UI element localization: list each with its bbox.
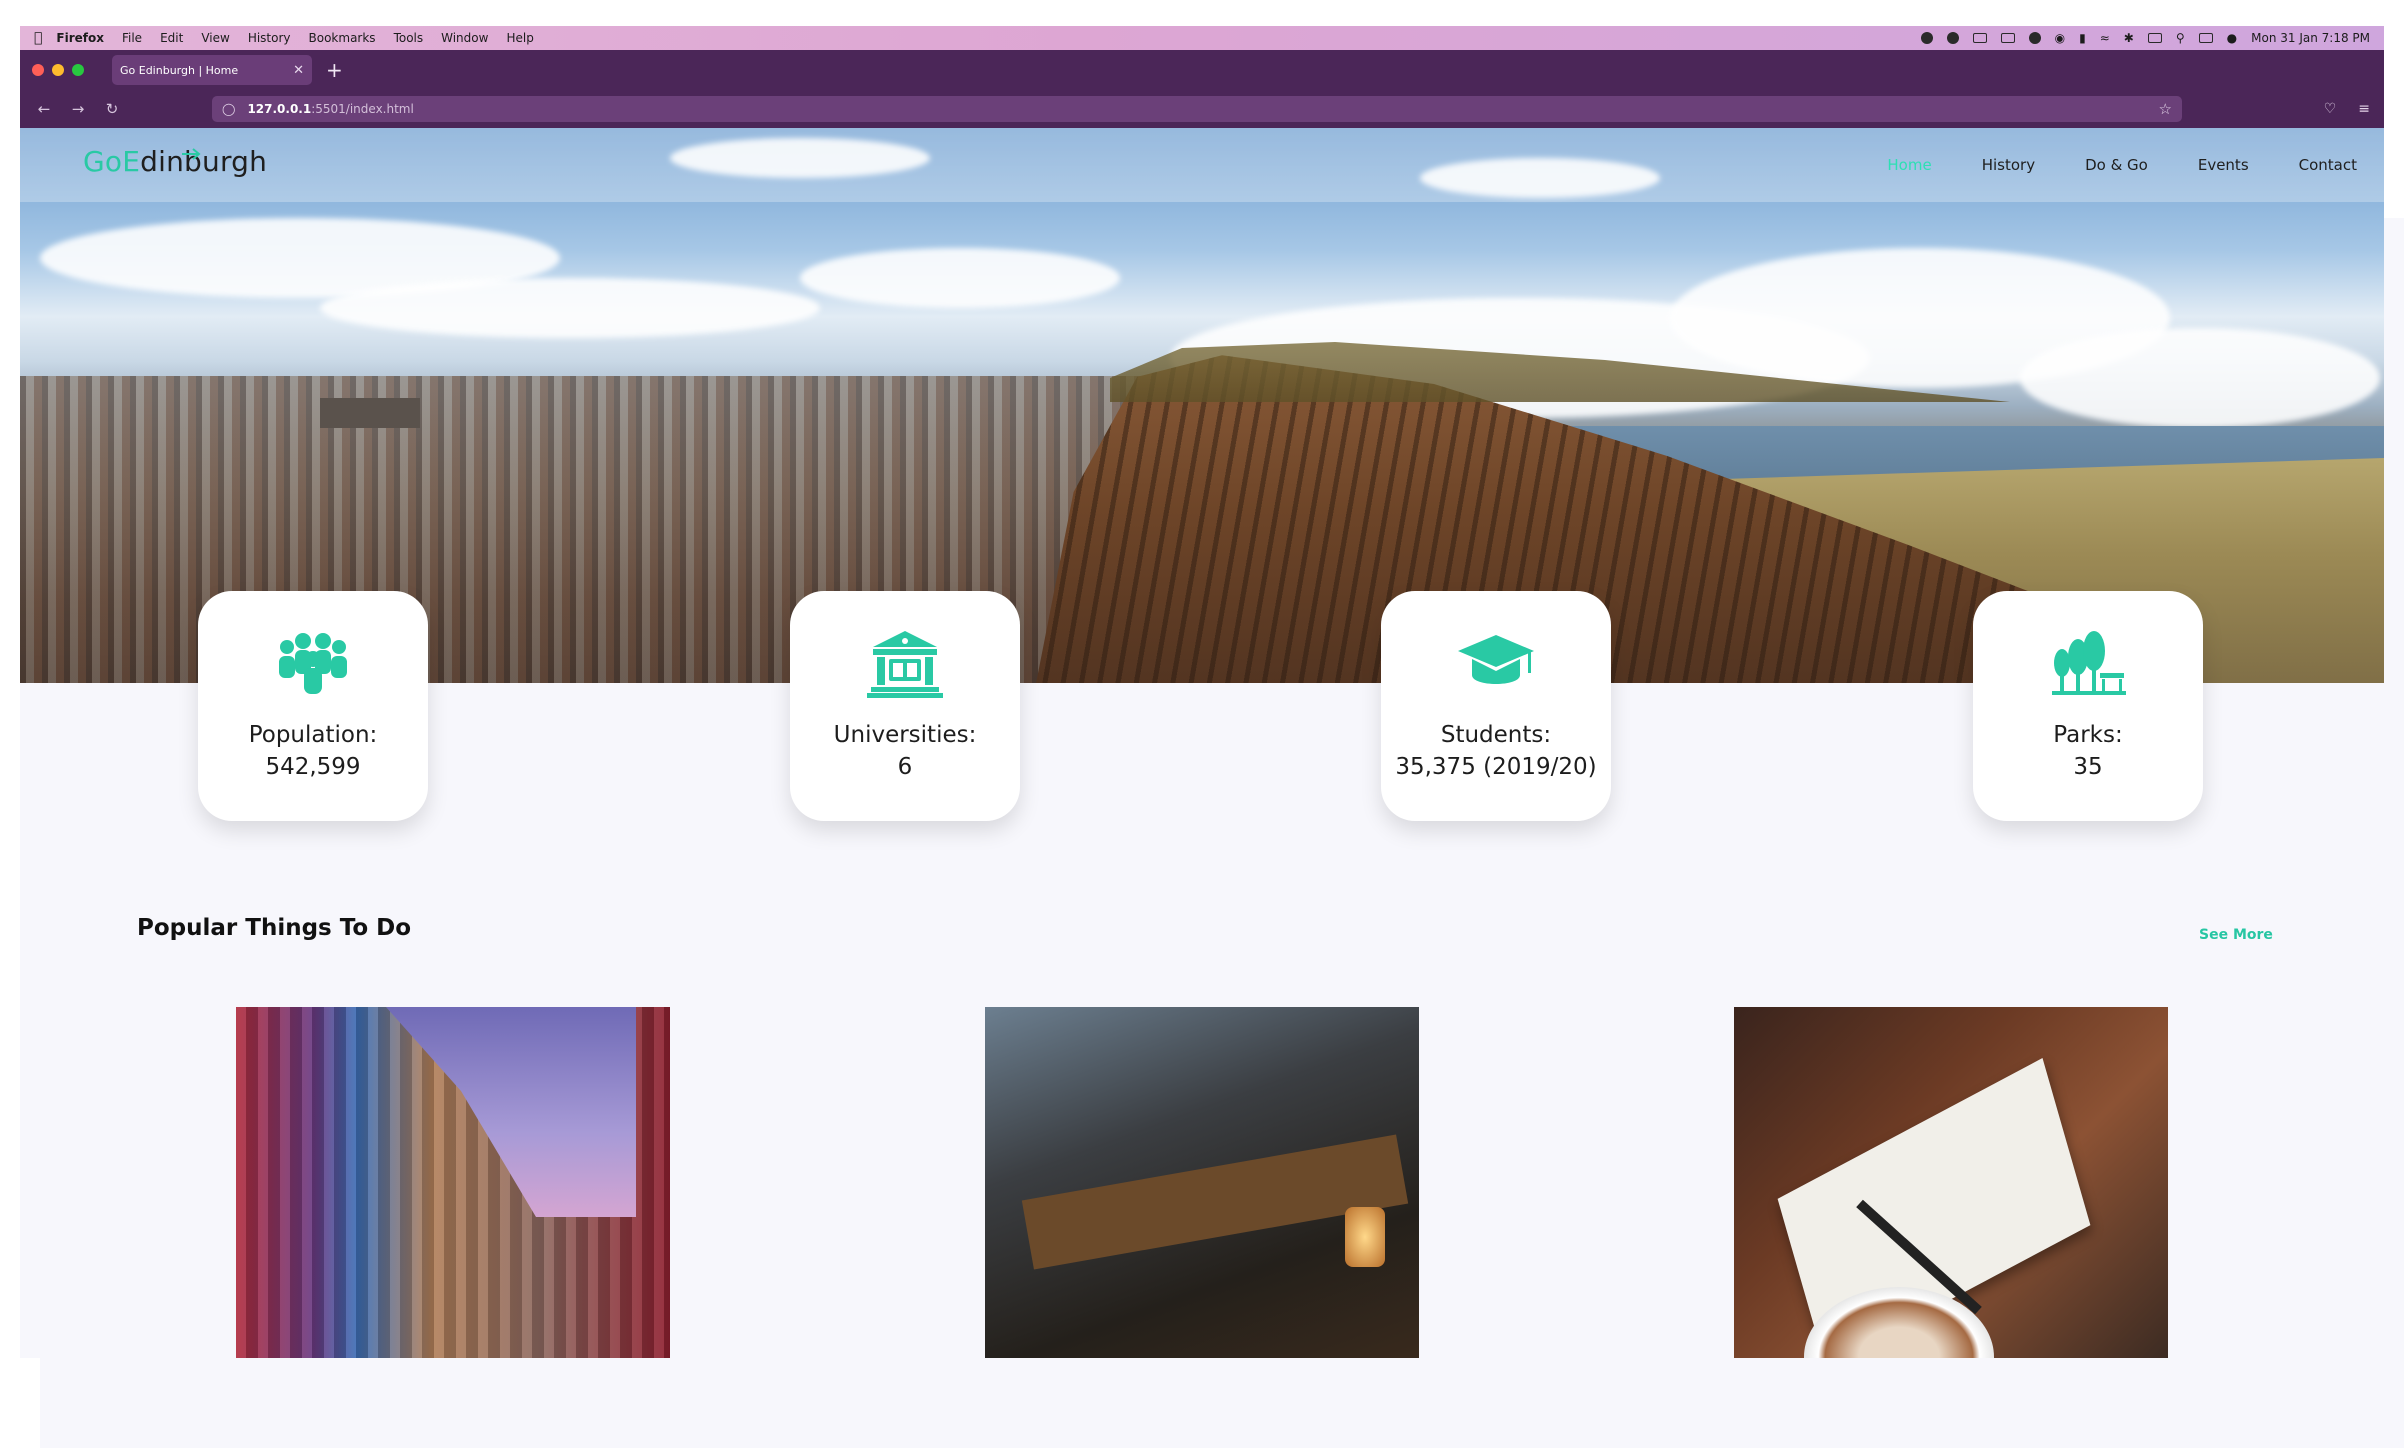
url-path: :5501/index.html <box>311 102 414 116</box>
reload-icon[interactable]: ↻ <box>102 100 122 118</box>
university-building-icon <box>867 631 943 698</box>
street-sky <box>386 1007 636 1217</box>
site-logo[interactable]: GoEdinburgh <box>83 145 267 178</box>
pocket-icon[interactable]: ♡ <box>2324 101 2337 117</box>
browser-tab[interactable]: Go Edinburgh | Home ✕ <box>112 55 312 85</box>
stat-value: 35 <box>2073 754 2103 780</box>
stat-card-students: Students: 35,375 (2019/20) <box>1381 591 1611 821</box>
stat-card-parks: Parks: 35 <box>1973 591 2203 821</box>
wifi-icon[interactable]: ≈ <box>2100 31 2110 45</box>
spotlight-search-icon[interactable]: ⚲ <box>2176 31 2185 45</box>
control-center-icon[interactable] <box>2198 33 2213 43</box>
menu-tools[interactable]: Tools <box>394 31 424 45</box>
site-nav: Home History Do & Go Events Contact <box>1887 156 2357 174</box>
minimize-window-button[interactable] <box>52 64 64 76</box>
url-host: 127.0.0.1 <box>247 102 312 116</box>
apple-menu-icon[interactable]:  <box>34 30 42 46</box>
bookmark-star-icon[interactable]: ☆ <box>2159 100 2172 118</box>
status-area: ◉ ▮ ≈ ✱ ⚲ ● Mon 31 Jan 7:18 PM <box>1907 31 2384 45</box>
popular-card-book-coffee[interactable] <box>1734 1007 2168 1358</box>
web-page: GoEdinburgh Home History Do & Go Events … <box>20 128 2384 1358</box>
graduation-cap-icon <box>1458 635 1534 684</box>
logo-suffix: dinburgh <box>140 145 268 178</box>
stat-value: 6 <box>897 754 913 780</box>
see-more-link[interactable]: See More <box>2199 927 2273 943</box>
nav-history[interactable]: History <box>1982 156 2035 174</box>
forward-arrow-icon[interactable]: → <box>68 100 88 118</box>
stat-label: Universities: <box>833 722 977 748</box>
menu-app-name[interactable]: Firefox <box>56 31 104 45</box>
status-app-icon[interactable] <box>1920 32 1933 44</box>
menu-history[interactable]: History <box>248 31 291 45</box>
dropbox-icon[interactable] <box>1946 32 1959 44</box>
macos-menubar:  Firefox File Edit View History Bookmar… <box>20 26 2384 50</box>
new-tab-button[interactable]: + <box>326 58 343 82</box>
window-controls <box>32 64 84 76</box>
nav-do-and-go[interactable]: Do & Go <box>2085 156 2148 174</box>
vpn-icon[interactable] <box>2028 32 2041 44</box>
tab-title: Go Edinburgh | Home <box>120 63 239 77</box>
stat-value: 542,599 <box>265 754 361 780</box>
nav-events[interactable]: Events <box>2198 156 2249 174</box>
lantern <box>1345 1207 1385 1267</box>
stat-card-population: Population: 542,599 <box>198 591 428 821</box>
shield-icon[interactable]: ◯ <box>222 102 235 116</box>
browser-tab-bar: Go Edinburgh | Home ✕ + <box>20 50 2384 90</box>
menubar-clock[interactable]: Mon 31 Jan 7:18 PM <box>2251 31 2370 45</box>
stat-label: Students: <box>1440 722 1552 748</box>
close-window-button[interactable] <box>32 64 44 76</box>
castle-silhouette <box>320 398 420 428</box>
nav-contact[interactable]: Contact <box>2299 156 2357 174</box>
siri-icon[interactable]: ● <box>2227 31 2237 45</box>
zoom-window-button[interactable] <box>72 64 84 76</box>
microphone-icon[interactable]: ▮ <box>2079 31 2086 45</box>
logo-prefix: Go <box>83 145 123 178</box>
logo-accent: E <box>122 145 141 178</box>
popular-section-title: Popular Things To Do <box>137 915 412 941</box>
menu-help[interactable]: Help <box>506 31 533 45</box>
menu-view[interactable]: View <box>201 31 229 45</box>
menu-file[interactable]: File <box>122 31 142 45</box>
stat-label: Population: <box>248 722 378 748</box>
popular-card-market-stall[interactable] <box>985 1007 1419 1358</box>
battery-icon[interactable] <box>2000 33 2015 43</box>
menu-edit[interactable]: Edit <box>160 31 183 45</box>
bluetooth-icon[interactable]: ✱ <box>2124 31 2134 45</box>
logo-arrow-icon <box>182 148 201 160</box>
menu-bookmarks[interactable]: Bookmarks <box>309 31 376 45</box>
nav-home[interactable]: Home <box>1887 156 1931 174</box>
keyboard-input-icon[interactable] <box>2147 33 2162 43</box>
popular-card-colorful-street[interactable] <box>236 1007 670 1358</box>
menu-window[interactable]: Window <box>441 31 488 45</box>
window-icon[interactable] <box>1972 33 1987 43</box>
close-tab-icon[interactable]: ✕ <box>293 63 304 78</box>
site-header: GoEdinburgh Home History Do & Go Events … <box>20 128 2384 202</box>
toolbar-right: ♡ ≡ <box>2324 101 2370 117</box>
stat-label: Parks: <box>2053 722 2123 748</box>
people-group-icon <box>279 633 347 694</box>
stat-value: 35,375 (2019/20) <box>1395 754 1597 780</box>
hamburger-menu-icon[interactable]: ≡ <box>2358 101 2370 117</box>
record-icon[interactable]: ◉ <box>2055 31 2065 45</box>
back-arrow-icon[interactable]: ← <box>34 100 54 118</box>
url-bar[interactable]: ◯ □ 127.0.0.1:5501/index.html ☆ <box>40 96 2404 1448</box>
park-trees-icon <box>2052 631 2126 695</box>
stat-card-universities: Universities: 6 <box>790 591 1020 821</box>
browser-nav-bar: ← → ↻ ◯ □ 127.0.0.1:5501/index.html ☆ ♡ … <box>20 90 2404 1448</box>
